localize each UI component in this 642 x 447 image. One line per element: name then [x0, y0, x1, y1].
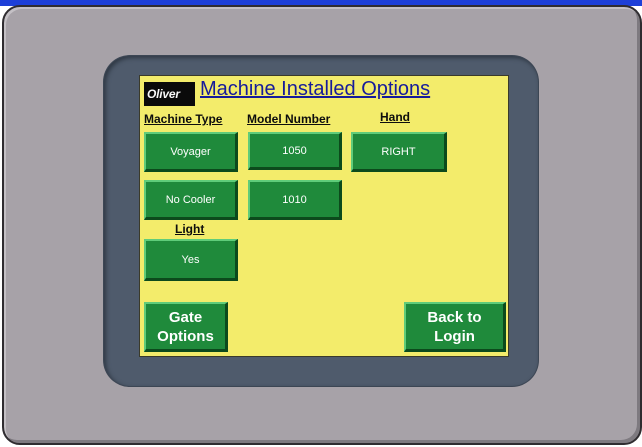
machine-type-label: Machine Type [144, 112, 223, 126]
hand-label: Hand [380, 110, 410, 124]
gate-options-button[interactable]: Gate Options [144, 302, 228, 352]
page-title: Machine Installed Options [200, 78, 431, 100]
light-button[interactable]: Yes [144, 239, 238, 281]
model-number-1010-button[interactable]: 1010 [248, 180, 342, 220]
machine-type-button[interactable]: Voyager [144, 132, 238, 172]
model-number-1050-button[interactable]: 1050 [248, 132, 342, 170]
back-to-login-button[interactable]: Back to Login [404, 302, 506, 352]
hmi-screen: Oliver Machine Installed Options Machine… [139, 75, 509, 357]
hand-button[interactable]: RIGHT [351, 132, 447, 172]
light-label: Light [175, 222, 205, 236]
cooler-button[interactable]: No Cooler [144, 180, 238, 220]
oliver-logo: Oliver [144, 82, 195, 106]
model-number-label: Model Number [247, 112, 331, 126]
